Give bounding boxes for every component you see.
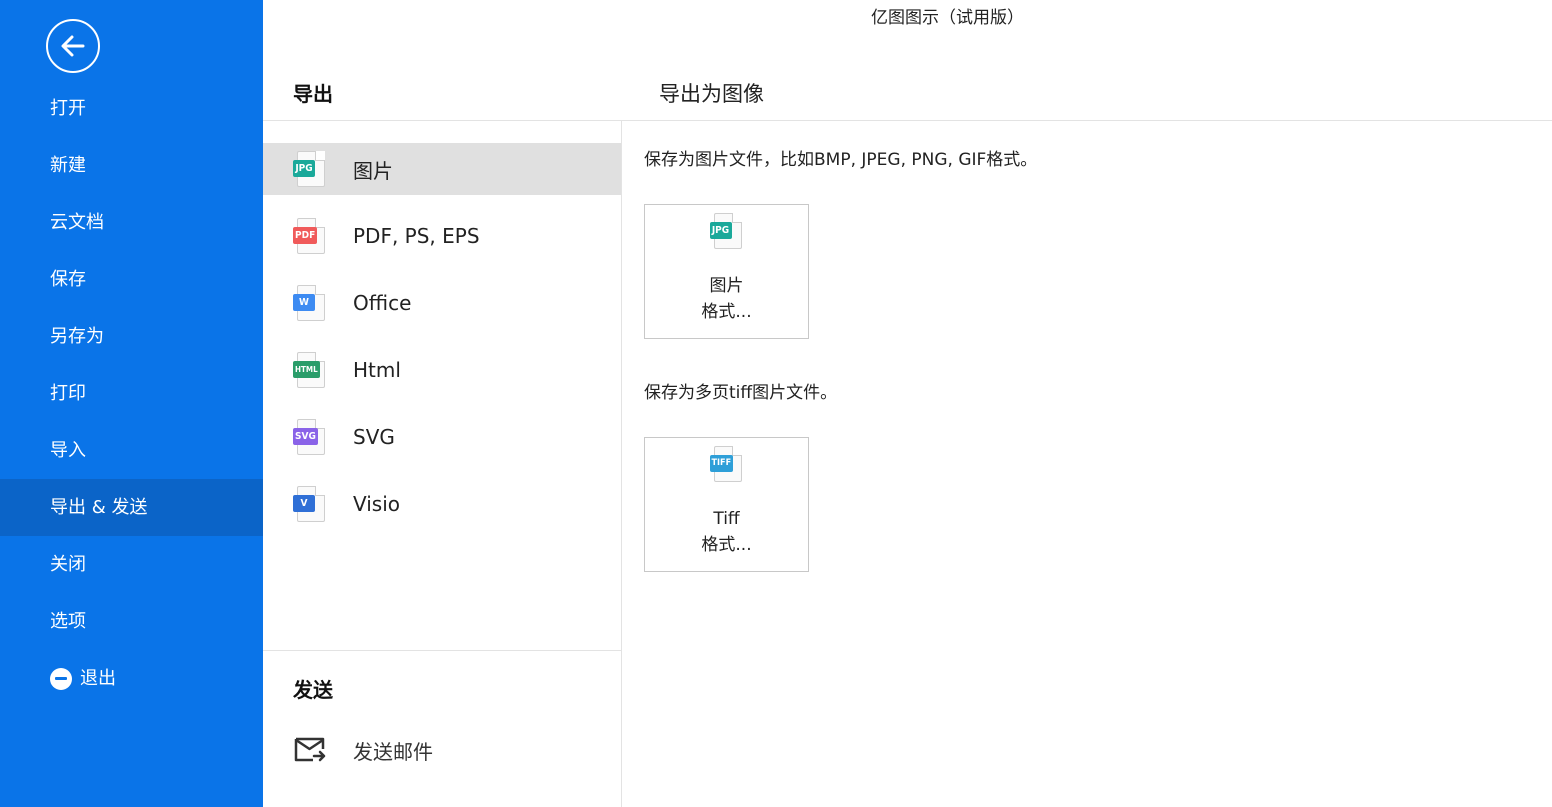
card-label-line2: 格式... [701,535,752,555]
format-item-label: Html [353,358,401,382]
card-label-line2: 格式... [701,302,752,322]
card-label-line1: 图片 [709,276,744,296]
sidebar-menu: 打开 新建 云文档 保存 另存为 打印 导入 导出 & 发送 关闭 选项 退出 [0,80,263,707]
format-item-visio[interactable]: V Visio [263,478,621,530]
card-label-line1: Tiff [713,509,740,529]
sidebar-item-options[interactable]: 选项 [0,593,263,650]
sidebar: 打开 新建 云文档 保存 另存为 打印 导入 导出 & 发送 关闭 选项 退出 [0,0,263,807]
sidebar-item-label: 打开 [50,98,86,119]
header-divider [263,120,1552,121]
sidebar-item-label: 导出 & 发送 [50,497,148,518]
sidebar-item-label: 关闭 [50,554,86,575]
send-email-label: 发送邮件 [353,739,433,764]
back-button[interactable] [46,19,100,73]
export-section-header: 导出 [293,82,333,106]
sidebar-item-label: 导入 [50,440,86,461]
tiff-file-icon: TIFF [709,446,744,482]
word-file-icon: W [293,285,327,321]
window-title: 亿图图示（试用版） [871,8,1024,28]
sidebar-item-label: 新建 [50,155,86,176]
tiff-format-label: Tiff 格式... [701,506,751,558]
sidebar-item-export-send[interactable]: 导出 & 发送 [0,479,263,536]
image-format-button[interactable]: JPG 图片 格式... [644,204,809,339]
sidebar-item-cloud-docs[interactable]: 云文档 [0,194,263,251]
send-divider [263,650,621,651]
sidebar-item-label: 云文档 [50,212,104,233]
app-window: 打开 新建 云文档 保存 另存为 打印 导入 导出 & 发送 关闭 选项 退出 … [0,0,1552,807]
sidebar-item-save-as[interactable]: 另存为 [0,308,263,365]
column-divider [621,120,622,807]
sidebar-item-import[interactable]: 导入 [0,422,263,479]
send-section-header: 发送 [293,678,333,702]
sidebar-item-label: 退出 [80,668,116,689]
jpg-file-icon: JPG [709,213,744,249]
export-format-list: JPG 图片 PDF PDF, PS, EPS W Office HTML Ht… [263,143,621,545]
format-item-image[interactable]: JPG 图片 [263,143,621,195]
send-email-item[interactable]: 发送邮件 [263,724,621,776]
format-item-office[interactable]: W Office [263,277,621,329]
sidebar-item-label: 另存为 [50,326,104,347]
sidebar-item-save[interactable]: 保存 [0,251,263,308]
sidebar-item-label: 保存 [50,269,86,290]
format-item-label: SVG [353,425,395,449]
sidebar-item-close[interactable]: 关闭 [0,536,263,593]
image-export-description: 保存为图片文件，比如BMP, JPEG, PNG, GIF格式。 [644,150,1038,170]
format-item-label: Visio [353,492,401,516]
html-file-icon: HTML [293,352,327,388]
exit-minus-icon [50,667,72,690]
visio-file-icon: V [293,486,327,522]
format-item-label: 图片 [353,158,393,183]
sidebar-item-open[interactable]: 打开 [0,80,263,137]
format-item-html[interactable]: HTML Html [263,344,621,396]
tiff-format-button[interactable]: TIFF Tiff 格式... [644,437,809,572]
image-format-label: 图片 格式... [701,273,751,325]
format-item-pdf[interactable]: PDF PDF, PS, EPS [263,210,621,262]
svg-file-icon: SVG [293,419,327,455]
sidebar-item-new[interactable]: 新建 [0,137,263,194]
sidebar-item-exit[interactable]: 退出 [0,650,263,707]
tiff-export-description: 保存为多页tiff图片文件。 [644,383,838,403]
sidebar-item-print[interactable]: 打印 [0,365,263,422]
arrow-left-icon [61,35,85,57]
sidebar-item-label: 打印 [50,383,86,404]
pdf-file-icon: PDF [293,218,327,254]
jpg-file-icon: JPG [293,151,327,187]
format-item-label: Office [353,291,412,315]
page-title: 导出为图像 [659,82,764,106]
format-item-svg[interactable]: SVG SVG [263,411,621,463]
mail-send-icon [294,737,326,762]
format-item-label: PDF, PS, EPS [353,224,480,248]
sidebar-item-label: 选项 [50,611,86,632]
